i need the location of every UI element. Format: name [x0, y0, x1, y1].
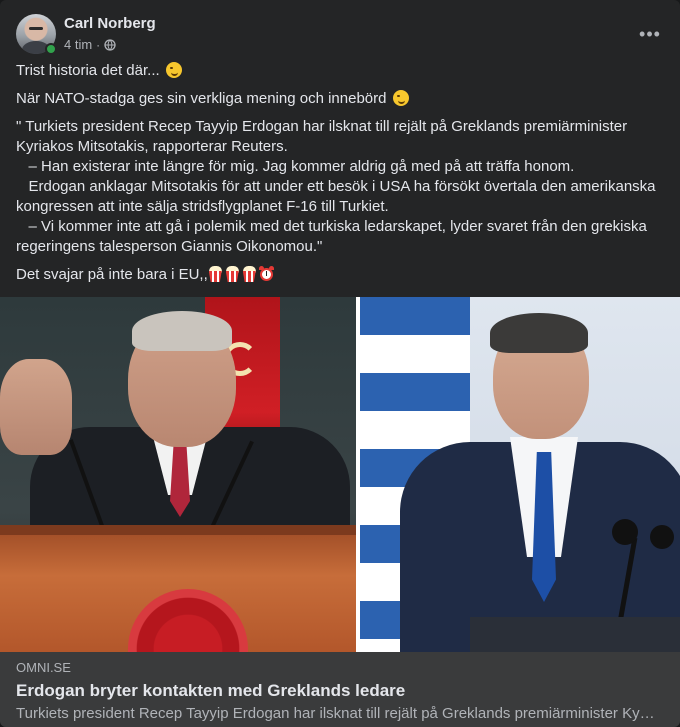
link-preview-footer[interactable]: OMNI.SE Erdogan bryter kontakten med Gre…	[0, 652, 680, 727]
podium	[470, 617, 680, 652]
text-line-1: Trist historia det där...	[16, 61, 664, 81]
quote-line-3: – Han existerar inte längre för mig. Jag…	[16, 158, 575, 175]
quote-line-7: regeringens talesperson Giannis Oikonomo…	[16, 238, 323, 255]
alarm-clock-icon	[258, 266, 274, 282]
text-line-2-content: När NATO-stadga ges sin verkliga mening …	[16, 90, 387, 107]
winking-face-icon	[165, 62, 182, 78]
quote-line-4: Erdogan anklagar Mitsotakis för att unde…	[16, 178, 656, 195]
erdogan-raised-hand	[0, 359, 72, 455]
quote-line-1: " Turkiets president Recep Tayyip Erdoga…	[16, 118, 628, 135]
mitsotakis-hair	[490, 313, 588, 353]
popcorn-icon	[208, 266, 223, 282]
meta-separator: ·	[96, 37, 101, 52]
online-status-indicator	[45, 43, 57, 55]
text-line-1-content: Trist historia det där...	[16, 62, 160, 79]
quote-line-5: kongressen att inte sälja stridsflygplan…	[16, 198, 389, 215]
link-domain: OMNI.SE	[16, 660, 71, 675]
quote-line-6: – Vi kommer inte att gå i polemik med de…	[16, 218, 647, 235]
erdogan-photo	[0, 297, 356, 652]
popcorn-icon	[242, 266, 257, 282]
post-text: Trist historia det där... När NATO-stadg…	[16, 61, 664, 285]
quote-line-2: Kyriakos Mitsotakis, rapporterar Reuters…	[16, 138, 288, 155]
popcorn-icon	[225, 266, 240, 282]
globe-icon[interactable]	[104, 38, 116, 51]
link-description: Turkiets president Recep Tayyip Erdogan …	[16, 705, 656, 722]
text-last-line: Det svajar på inte bara i EU,,	[16, 265, 664, 285]
author-name[interactable]: Carl Norberg	[64, 15, 156, 32]
text-last-line-content: Det svajar på inte bara i EU,,	[16, 266, 208, 283]
link-title[interactable]: Erdogan bryter kontakten med Greklands l…	[16, 680, 405, 702]
erdogan-hair	[132, 311, 232, 351]
winking-face-icon	[392, 90, 409, 106]
post-header: Carl Norberg 4 tim · •••	[16, 14, 664, 56]
link-preview-image[interactable]	[0, 297, 680, 652]
post-meta: 4 tim ·	[64, 37, 116, 52]
post-timestamp[interactable]: 4 tim	[64, 37, 92, 52]
more-horizontal-icon[interactable]: •••	[636, 20, 664, 48]
microphone	[612, 519, 638, 545]
text-line-2: När NATO-stadga ges sin verkliga mening …	[16, 89, 664, 109]
mitsotakis-photo	[360, 297, 680, 652]
microphone	[650, 525, 674, 549]
avatar-glasses	[29, 27, 43, 30]
post-card: Carl Norberg 4 tim · ••• Trist historia …	[0, 0, 680, 727]
